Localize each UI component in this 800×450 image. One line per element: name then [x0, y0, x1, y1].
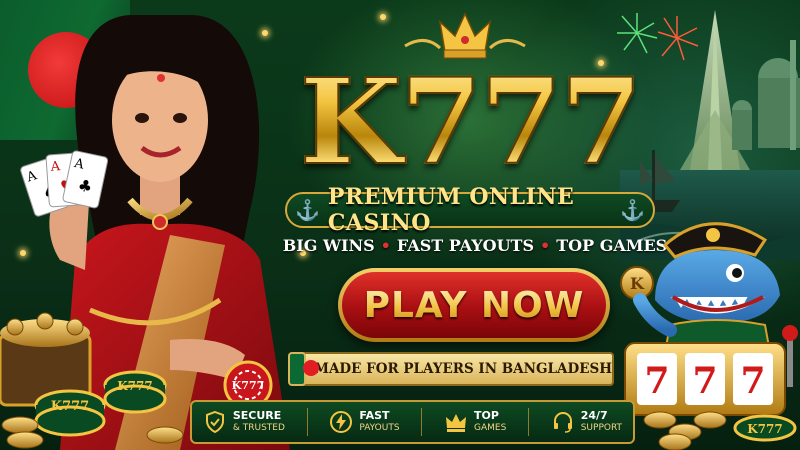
- features-bar: SECURE & TRUSTED FAST PAYOUTS TOP GAMES …: [190, 400, 635, 444]
- bullet-icon: •: [540, 235, 551, 255]
- divider: [421, 408, 423, 436]
- playing-cards-illustration: A♠ A♥ A♣: [20, 150, 108, 217]
- feature-sub: & TRUSTED: [232, 423, 285, 433]
- bangladesh-flag-icon: [288, 352, 319, 386]
- divider: [528, 408, 529, 436]
- chip-label: K777: [747, 422, 782, 436]
- play-now-button-face[interactable]: PLAY NOW: [342, 272, 606, 338]
- anchor-icon: ⚓: [295, 198, 320, 222]
- sparkle: [380, 14, 386, 20]
- chip-label: K777: [51, 399, 89, 414]
- feature-title: 24/7: [580, 409, 608, 422]
- feature-fast: FAST PAYOUTS: [329, 409, 400, 434]
- lightning-icon: [330, 411, 353, 433]
- divider: [306, 408, 308, 436]
- crown-icon: [445, 414, 466, 432]
- feature-support: 24/7 SUPPORT: [551, 410, 622, 434]
- coins-illustration: K777: [643, 411, 797, 450]
- play-now-button[interactable]: PLAY NOW: [338, 268, 610, 342]
- feature-sub: SUPPORT: [580, 423, 623, 433]
- tagline: BIG WINS • FAST PAYOUTS • TOP GAMES: [283, 232, 667, 258]
- chip-label: K777: [232, 379, 265, 392]
- play-now-label: PLAY NOW: [363, 284, 585, 326]
- feature-top-games: TOP GAMES: [444, 410, 506, 434]
- subtitle-bar: ⚓ PREMIUM ONLINE CASINO ⚓: [285, 184, 655, 236]
- banner: A♠ A♥ A♣ K777 ⚓ PREMIUM ONLINE CASINO ⚓ …: [0, 0, 800, 450]
- tagline-item: BIG WINS: [282, 235, 375, 255]
- brand-logo: K777: [280, 51, 660, 192]
- subtitle-text: PREMIUM ONLINE CASINO: [327, 184, 575, 236]
- chips-and-treasure-illustration: K777 K777: [0, 312, 184, 449]
- made-for-text: MADE FOR PLAYERS IN BANGLADESH: [314, 361, 612, 377]
- headset-icon: [553, 412, 572, 433]
- made-for-banner: MADE FOR PLAYERS IN BANGLADESH: [288, 352, 614, 386]
- feature-sub: PAYOUTS: [359, 423, 400, 433]
- tagline-item: FAST PAYOUTS: [396, 235, 535, 255]
- feature-title: TOP: [473, 409, 499, 422]
- coin-label: K: [630, 274, 645, 293]
- chip-label: K777: [117, 379, 152, 393]
- feature-sub: GAMES: [473, 423, 507, 433]
- feature-title: FAST: [359, 409, 390, 422]
- bullet-icon: •: [380, 235, 391, 255]
- feature-title: SECURE: [232, 409, 282, 422]
- svg-text:A: A: [49, 159, 61, 175]
- feature-secure: SECURE & TRUSTED: [203, 410, 285, 434]
- shield-check-icon: [205, 410, 224, 434]
